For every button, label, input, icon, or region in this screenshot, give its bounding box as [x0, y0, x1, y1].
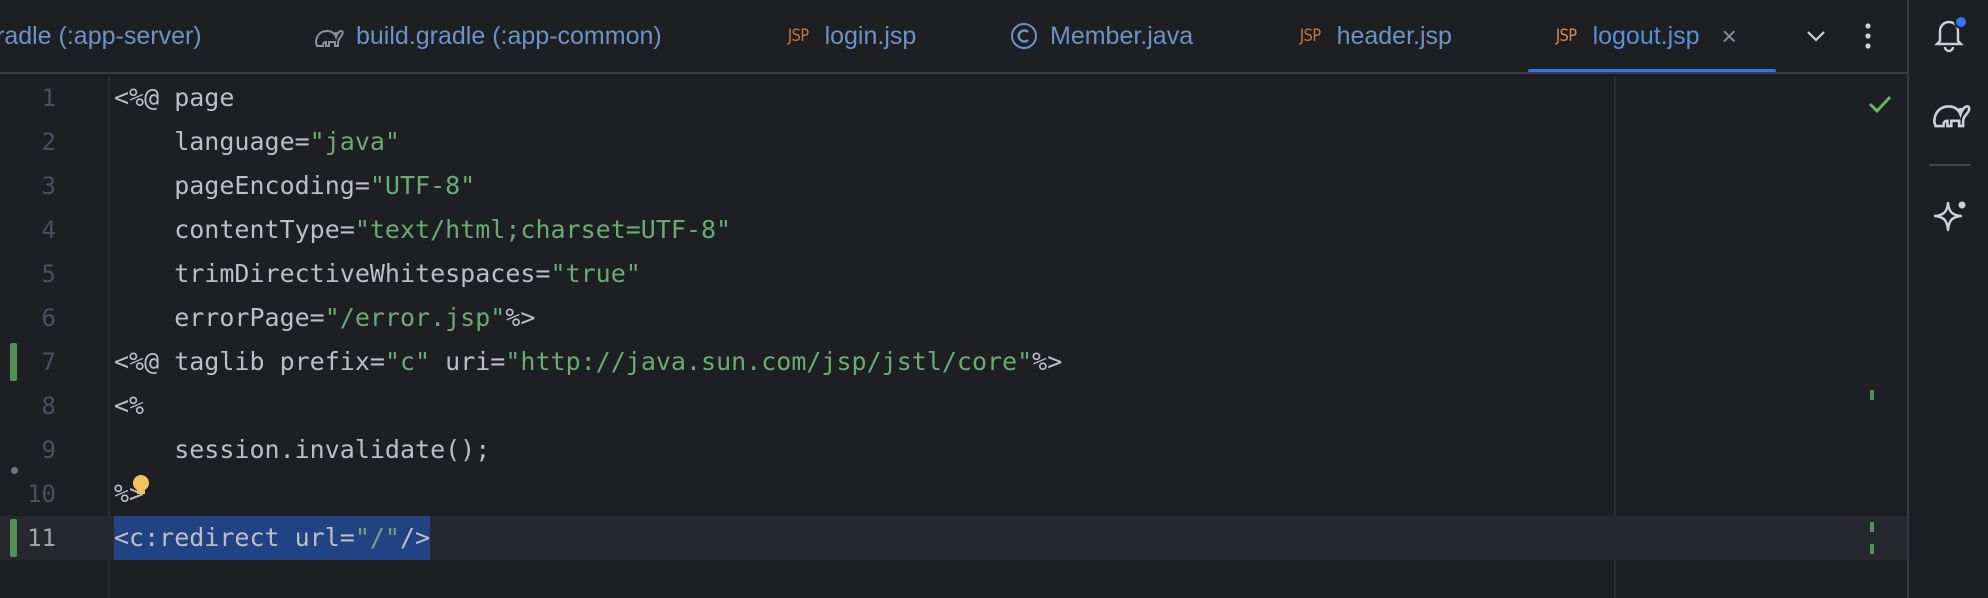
jsp-file-icon: JSP: [1555, 26, 1577, 46]
editor-tab-bar: radle (:app-server) build.gradle (:app-c…: [0, 0, 1907, 74]
gradle-elephant-icon: [312, 23, 344, 49]
ai-assistant-icon[interactable]: [1927, 194, 1973, 240]
tab-build-gradle-app-common[interactable]: build.gradle (:app-common): [312, 0, 662, 72]
code-line: 2 language="java": [0, 120, 1907, 164]
code-line: 3 pageEncoding="UTF-8": [0, 164, 1907, 208]
tab-app-server-gradle[interactable]: radle (:app-server): [0, 0, 202, 72]
line-number: 9: [41, 436, 56, 464]
code-line: 10 %>: [0, 472, 1907, 516]
code-text: errorPage="/error.jsp"%>: [114, 303, 536, 332]
code-line: 7 <%@ taglib prefix="c" uri="http://java…: [0, 340, 1907, 384]
code-line: 9 session.invalidate();: [0, 428, 1907, 472]
tab-label: build.gradle (:app-common): [356, 21, 662, 50]
tab-label: radle (:app-server): [0, 21, 202, 50]
code-text: trimDirectiveWhitespaces="true": [114, 259, 641, 288]
ide-window: radle (:app-server) build.gradle (:app-c…: [0, 0, 1988, 598]
line-number: 11: [27, 524, 56, 552]
code-line: 4 contentType="text/html;charset=UTF-8": [0, 208, 1907, 252]
notifications-icon[interactable]: [1927, 10, 1973, 56]
code-text: contentType="text/html;charset=UTF-8": [114, 215, 732, 244]
gradle-icon[interactable]: [1927, 90, 1973, 136]
chevron-down-icon[interactable]: [1796, 16, 1836, 56]
code-line: 5 trimDirectiveWhitespaces="true": [0, 252, 1907, 296]
tab-member-java[interactable]: Member.java: [1010, 0, 1193, 72]
tab-header-jsp[interactable]: JSP header.jsp: [1298, 0, 1452, 72]
tab-logout-jsp[interactable]: JSP logout.jsp ×: [1554, 0, 1737, 72]
code-text: <%@ page: [114, 83, 235, 112]
java-class-icon: [1010, 22, 1038, 50]
tab-label: Member.java: [1050, 21, 1194, 50]
tab-label: login.jsp: [824, 21, 917, 50]
code-text: pageEncoding="UTF-8": [114, 171, 476, 200]
code-text: <%: [114, 391, 145, 420]
code-line: 1 <%@ page: [0, 76, 1907, 120]
right-tool-window-bar: [1907, 0, 1988, 598]
code-line: 8 <%: [0, 384, 1907, 428]
scrollbar-change-mark[interactable]: [1870, 390, 1874, 400]
line-number: 6: [41, 304, 56, 332]
code-text: session.invalidate();: [114, 435, 491, 464]
line-number: 8: [41, 392, 56, 420]
code-text: language="java": [114, 127, 400, 156]
jsp-file-icon: JSP: [1299, 26, 1321, 46]
line-number: 5: [41, 260, 56, 288]
toolbar-divider: [1929, 164, 1971, 166]
breakpoint-gutter-dot[interactable]: [11, 467, 18, 474]
code-line-current: 11 <c:redirect url="/"/>: [0, 516, 1907, 560]
line-number: 10: [27, 480, 56, 508]
tab-label: logout.jsp: [1592, 21, 1700, 50]
selected-code-text: <c:redirect url="/"/>: [114, 516, 431, 560]
line-number: 3: [41, 172, 56, 200]
close-tab-icon[interactable]: ×: [1722, 21, 1737, 52]
scrollbar-change-mark[interactable]: [1870, 544, 1874, 554]
check-icon[interactable]: [1866, 90, 1894, 118]
line-number: 7: [41, 348, 56, 376]
code-text: <%@ taglib prefix="c" uri="http://java.s…: [114, 347, 1063, 376]
tab-label: header.jsp: [1336, 21, 1452, 50]
line-number: 2: [41, 128, 56, 156]
jsp-file-icon: JSP: [787, 26, 809, 46]
line-number: 1: [41, 84, 56, 112]
scrollbar-change-mark[interactable]: [1870, 522, 1874, 532]
active-tab-indicator: [1528, 69, 1776, 72]
tab-login-jsp[interactable]: JSP login.jsp: [786, 0, 916, 72]
code-editor[interactable]: 1 <%@ page 2 language="java" 3 pageEncod…: [0, 76, 1907, 598]
more-options-icon[interactable]: [1848, 16, 1888, 56]
line-number: 4: [41, 216, 56, 244]
code-line: 6 errorPage="/error.jsp"%>: [0, 296, 1907, 340]
lightbulb-icon[interactable]: [131, 474, 151, 494]
